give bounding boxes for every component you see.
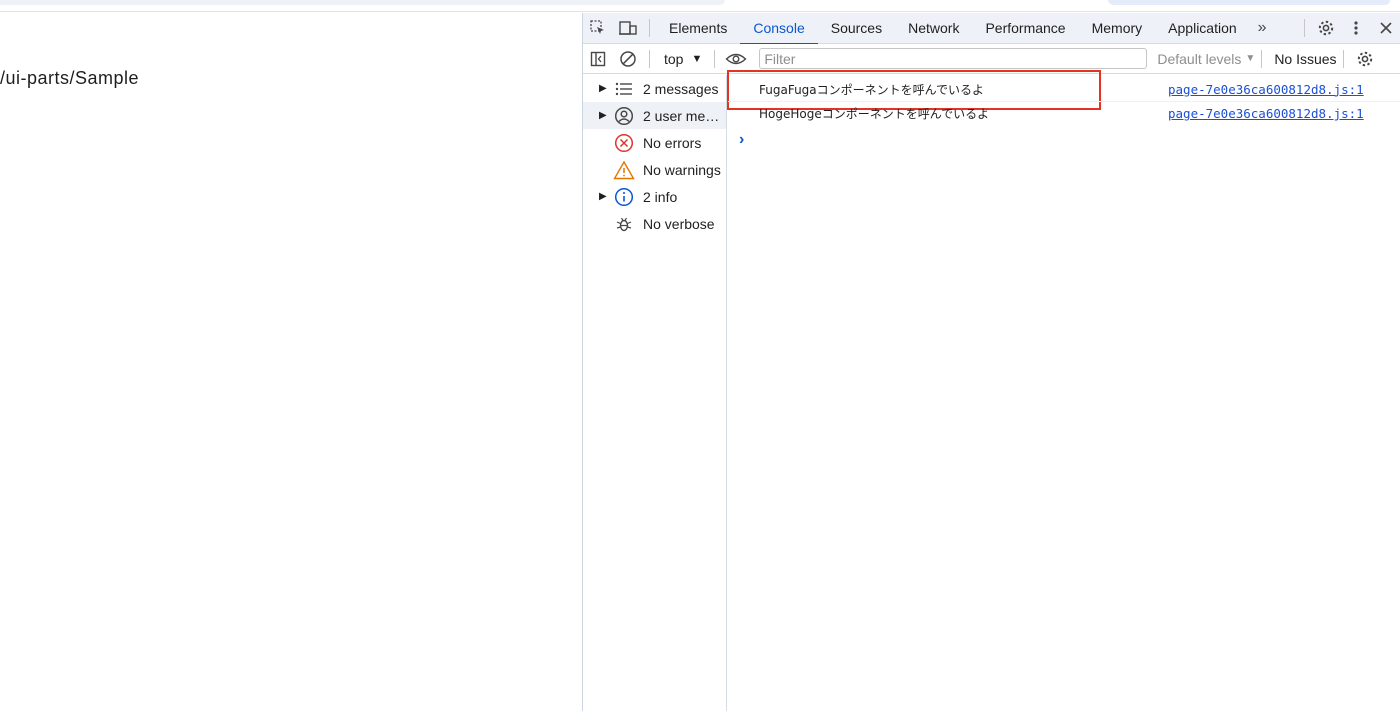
address-bar[interactable] xyxy=(0,0,725,5)
list-icon xyxy=(613,79,635,99)
tab-elements[interactable]: Elements xyxy=(656,13,740,44)
device-toolbar-icon[interactable] xyxy=(613,13,643,44)
console-message-text: HogeHogeコンポーネントを呼んでいるよ xyxy=(759,107,990,121)
toggle-sidebar-icon[interactable] xyxy=(583,43,613,74)
toolbar-pill[interactable] xyxy=(1108,0,1390,5)
settings-gear-icon[interactable] xyxy=(1311,13,1341,44)
sidebar-item-user-messages[interactable]: ▶ 2 user me… xyxy=(583,102,726,129)
console-message-row[interactable]: HogeHogeコンポーネントを呼んでいるよ page-7e0e36ca6008… xyxy=(728,101,1400,125)
filter-placeholder: Filter xyxy=(764,50,796,67)
info-icon xyxy=(613,187,635,207)
sidebar-item-errors[interactable]: No errors xyxy=(583,129,726,156)
user-icon xyxy=(613,106,635,126)
context-selector-label: top xyxy=(664,50,684,67)
sidebar-item-label: 2 info xyxy=(643,188,678,205)
context-selector[interactable]: top ▼ xyxy=(656,51,708,67)
sidebar-item-info[interactable]: ▶ 2 info xyxy=(583,183,726,210)
screen: /ui-parts/Sample Elements Console Source… xyxy=(0,0,1400,711)
tab-sources[interactable]: Sources xyxy=(818,13,895,44)
caret-down-icon: ▼ xyxy=(1245,53,1256,64)
console-toolbar: top ▼ Filter Default levels ▼ No Issues xyxy=(583,44,1400,74)
sidebar-item-messages[interactable]: ▶ 2 messages xyxy=(583,75,726,102)
warning-icon xyxy=(613,160,635,180)
page-viewport: /ui-parts/Sample xyxy=(0,13,582,711)
tab-performance[interactable]: Performance xyxy=(972,13,1078,44)
sidebar-item-label: 2 messages xyxy=(643,80,719,97)
separator xyxy=(1342,49,1344,68)
more-options-icon[interactable] xyxy=(1341,13,1371,44)
log-levels-label: Default levels xyxy=(1157,50,1242,67)
separator xyxy=(1261,49,1263,68)
caret-down-icon: ▼ xyxy=(691,52,703,65)
console-messages: FugaFugaコンポーネントを呼んでいるよ page-7e0e36ca6008… xyxy=(727,70,1400,711)
error-icon xyxy=(613,133,635,153)
console-message-text: FugaFugaコンポーネントを呼んでいるよ xyxy=(759,82,985,97)
filter-input[interactable]: Filter xyxy=(759,48,1148,69)
issues-button[interactable]: No Issues xyxy=(1274,51,1336,67)
browser-top-strip xyxy=(0,0,1400,12)
console-settings-gear-icon[interactable] xyxy=(1350,43,1380,74)
console-sidebar: ▶ 2 messages ▶ 2 user me… No errors No w… xyxy=(583,75,727,711)
devtools-tabbar: Elements Console Sources Network Perform… xyxy=(583,13,1400,45)
tab-application[interactable]: Application xyxy=(1155,13,1250,44)
console-source-link[interactable]: page-7e0e36ca600812d8.js:1 xyxy=(1168,106,1364,121)
sidebar-item-label: 2 user me… xyxy=(643,107,720,124)
tab-network[interactable]: Network xyxy=(895,13,972,44)
clear-console-icon[interactable] xyxy=(613,43,643,74)
separator xyxy=(714,49,716,68)
sidebar-item-label: No warnings xyxy=(643,161,721,178)
inspect-element-icon[interactable] xyxy=(583,13,613,44)
sidebar-item-label: No errors xyxy=(643,134,702,151)
console-source-link[interactable]: page-7e0e36ca600812d8.js:1 xyxy=(1168,82,1364,97)
separator xyxy=(1304,19,1305,37)
devtools-panel: Elements Console Sources Network Perform… xyxy=(582,13,1400,711)
live-expression-eye-icon[interactable] xyxy=(721,43,751,74)
log-levels-dropdown[interactable]: Default levels ▼ xyxy=(1157,51,1255,67)
close-icon[interactable] xyxy=(1371,13,1400,44)
sidebar-item-warnings[interactable]: No warnings xyxy=(583,156,726,183)
tab-console[interactable]: Console xyxy=(740,13,819,45)
expand-triangle-icon[interactable]: ▶ xyxy=(599,83,613,94)
tab-memory[interactable]: Memory xyxy=(1079,13,1156,44)
bug-icon xyxy=(613,214,635,234)
separator xyxy=(649,19,650,37)
expand-triangle-icon[interactable]: ▶ xyxy=(599,191,613,202)
page-path-text: /ui-parts/Sample xyxy=(0,68,140,88)
sidebar-item-label: No verbose xyxy=(643,215,715,232)
sidebar-item-verbose[interactable]: No verbose xyxy=(583,210,726,237)
console-prompt-chevron-icon[interactable]: › xyxy=(739,131,744,149)
tabbar-actions xyxy=(1298,13,1400,44)
more-tabs-icon[interactable]: » xyxy=(1250,19,1275,37)
console-message-row[interactable]: FugaFugaコンポーネントを呼んでいるよ page-7e0e36ca6008… xyxy=(727,70,1400,110)
expand-triangle-icon[interactable]: ▶ xyxy=(599,110,613,121)
separator xyxy=(649,49,650,68)
